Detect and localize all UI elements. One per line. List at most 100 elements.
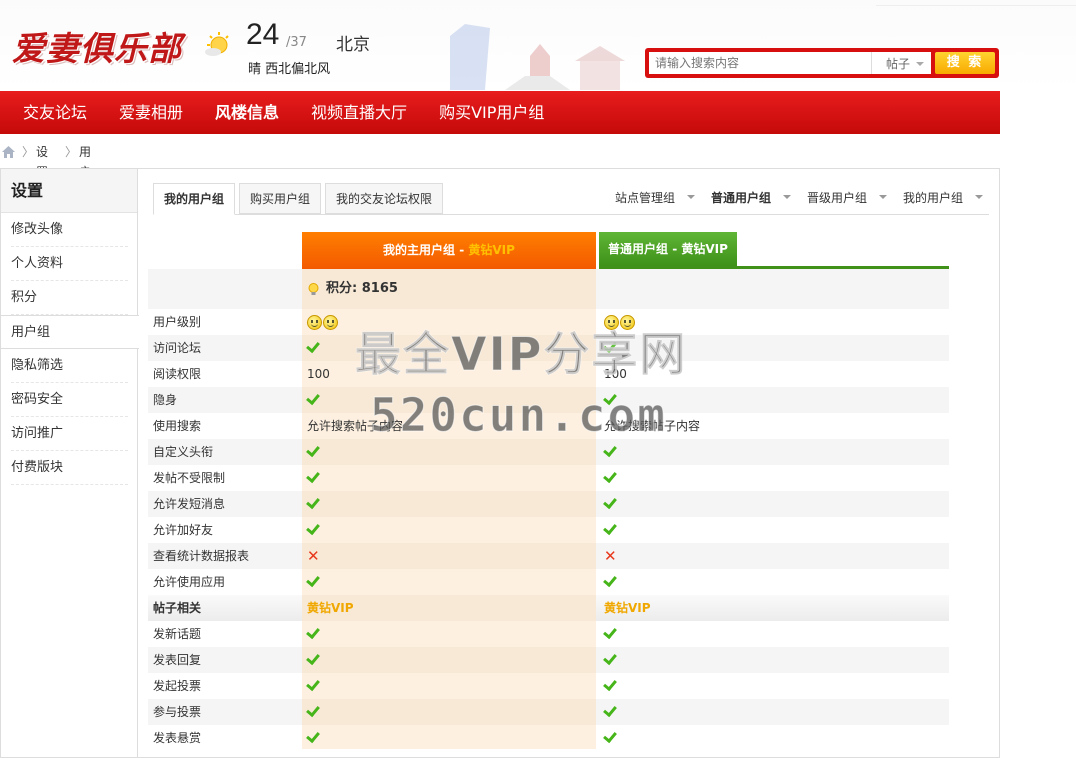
check-icon <box>604 706 618 716</box>
city-name: 北京 <box>336 35 370 55</box>
table-row: 允许加好友 <box>148 517 949 543</box>
row-label: 查看统计数据报表 <box>153 549 250 563</box>
search-type-select[interactable]: 帖子 <box>871 52 931 74</box>
row-col2 <box>599 439 949 465</box>
main-nav: 交友论坛 爱妻相册 风楼信息 视频直播大厅 购买VIP用户组 <box>0 91 1000 134</box>
nav-item-album[interactable]: 爱妻相册 <box>103 91 199 134</box>
col1-vip: 黄钻VIP <box>468 243 515 257</box>
sun-icon <box>205 32 229 56</box>
row-label: 发起投票 <box>153 679 202 693</box>
sidebar-item-paid-boards[interactable]: 付费版块 <box>11 451 128 485</box>
row-label: 发新话题 <box>153 627 202 641</box>
row-col1 <box>302 621 596 647</box>
tab-buy-usergroup[interactable]: 购买用户组 <box>239 183 322 214</box>
table-row: 允许发短消息 <box>148 491 949 517</box>
row-label: 允许加好友 <box>153 523 214 537</box>
sidebar-item-promotion[interactable]: 访问推广 <box>11 417 128 451</box>
weather-description: 晴 西北偏北风 <box>248 62 331 77</box>
check-icon <box>307 342 321 352</box>
row-col1 <box>302 699 596 725</box>
check-icon <box>604 732 618 742</box>
row-col1 <box>302 439 596 465</box>
temperature-range: /37 <box>286 35 307 50</box>
tab-forum-permissions[interactable]: 我的交友论坛权限 <box>325 183 444 214</box>
breadcrumb-separator: 〉 <box>65 145 78 159</box>
row-label: 访问论坛 <box>153 341 202 355</box>
check-icon <box>307 680 321 690</box>
row-col1 <box>302 569 596 595</box>
table-row: 允许使用应用 <box>148 569 949 595</box>
tab-my-group[interactable]: 我的用户组 <box>903 189 984 206</box>
nav-item-forum[interactable]: 交友论坛 <box>0 91 103 134</box>
row-label: 参与投票 <box>153 705 202 719</box>
table-row: 发表回复 <box>148 647 949 673</box>
row-col1 <box>302 517 596 543</box>
row-label: 发表回复 <box>153 653 202 667</box>
row-col1 <box>302 725 596 751</box>
nav-item-live[interactable]: 视频直播大厅 <box>295 91 423 134</box>
table-row: 发新话题 <box>148 621 949 647</box>
row-col2 <box>599 699 949 725</box>
site-header: 爱妻俱乐部 24 /37 北京 晴 西北偏北风 帖子 搜 索 <box>0 0 1076 91</box>
usergroup-tabs: 我的用户组 购买用户组 我的交友论坛权限 站点管理组 普通用户组 晋级用户组 我… <box>153 183 989 215</box>
row-col1: ✕ <box>302 543 596 569</box>
sidebar-item-credits[interactable]: 积分 <box>11 281 128 315</box>
section-col1: 黄钻VIP <box>302 595 596 621</box>
row-col2 <box>599 517 949 543</box>
tab-my-usergroup[interactable]: 我的用户组 <box>153 183 236 215</box>
table-row: 自定义头衔 <box>148 439 949 465</box>
check-icon <box>604 472 618 482</box>
nav-item-info[interactable]: 风楼信息 <box>199 91 295 134</box>
sidebar-item-privacy[interactable]: 隐私筛选 <box>11 349 128 383</box>
smile-icon <box>323 315 338 330</box>
row-col2 <box>599 569 949 595</box>
table-row: 查看统计数据报表 ✕ ✕ <box>148 543 949 569</box>
row-col2 <box>599 465 949 491</box>
section-row: 帖子相关 黄钻VIP 黄钻VIP <box>148 595 949 621</box>
check-icon <box>307 524 321 534</box>
row-label: 隐身 <box>153 393 178 407</box>
site-logo[interactable]: 爱妻俱乐部 <box>12 22 182 70</box>
smile-icon <box>307 315 322 330</box>
sidebar-item-profile[interactable]: 个人资料 <box>11 247 128 281</box>
temperature: 24 <box>246 18 280 51</box>
row-col1 <box>302 465 596 491</box>
table-row: 发帖不受限制 <box>148 465 949 491</box>
row-col2: ✕ <box>599 543 949 569</box>
row-label: 用户级别 <box>153 315 202 329</box>
search-input[interactable] <box>649 52 871 74</box>
row-label: 阅读权限 <box>153 367 202 381</box>
check-icon <box>307 732 321 742</box>
top-bar <box>876 0 1076 6</box>
nav-item-buy-vip[interactable]: 购买VIP用户组 <box>423 91 560 134</box>
row-col2 <box>599 725 949 751</box>
search-button[interactable]: 搜 索 <box>935 52 995 74</box>
my-main-group-header: 我的主用户组 - 黄钻VIP <box>302 232 596 269</box>
check-icon <box>307 628 321 638</box>
check-icon <box>307 576 321 586</box>
home-icon[interactable] <box>2 146 15 158</box>
row-label: 自定义头衔 <box>153 445 214 459</box>
breadcrumb-separator: 〉 <box>22 145 35 159</box>
watermark-line1: 最全VIP分享网 <box>354 327 688 382</box>
normal-group-header[interactable]: 普通用户组 - 黄钻VIP <box>599 232 737 266</box>
search-bar: 帖子 搜 索 <box>645 48 999 78</box>
row-col1 <box>302 647 596 673</box>
row-col2 <box>599 621 949 647</box>
score-cell: 积分: 8165 <box>302 269 596 309</box>
section-label: 帖子相关 <box>153 601 202 615</box>
tab-site-admin[interactable]: 站点管理组 <box>615 189 696 206</box>
table-row: 参与投票 <box>148 699 949 725</box>
sidebar-item-avatar[interactable]: 修改头像 <box>11 213 128 247</box>
sidebar-item-password[interactable]: 密码安全 <box>11 383 128 417</box>
score-label: 积分: 8165 <box>326 281 398 296</box>
sidebar-item-usergroup[interactable]: 用户组 <box>1 315 139 349</box>
section-col2: 黄钻VIP <box>599 595 949 621</box>
check-icon <box>604 446 618 456</box>
check-icon <box>604 680 618 690</box>
row-col1 <box>302 491 596 517</box>
tab-promote-group[interactable]: 晋级用户组 <box>807 189 888 206</box>
tab-normal-group[interactable]: 普通用户组 <box>711 189 792 206</box>
check-icon <box>604 576 618 586</box>
check-icon <box>307 446 321 456</box>
